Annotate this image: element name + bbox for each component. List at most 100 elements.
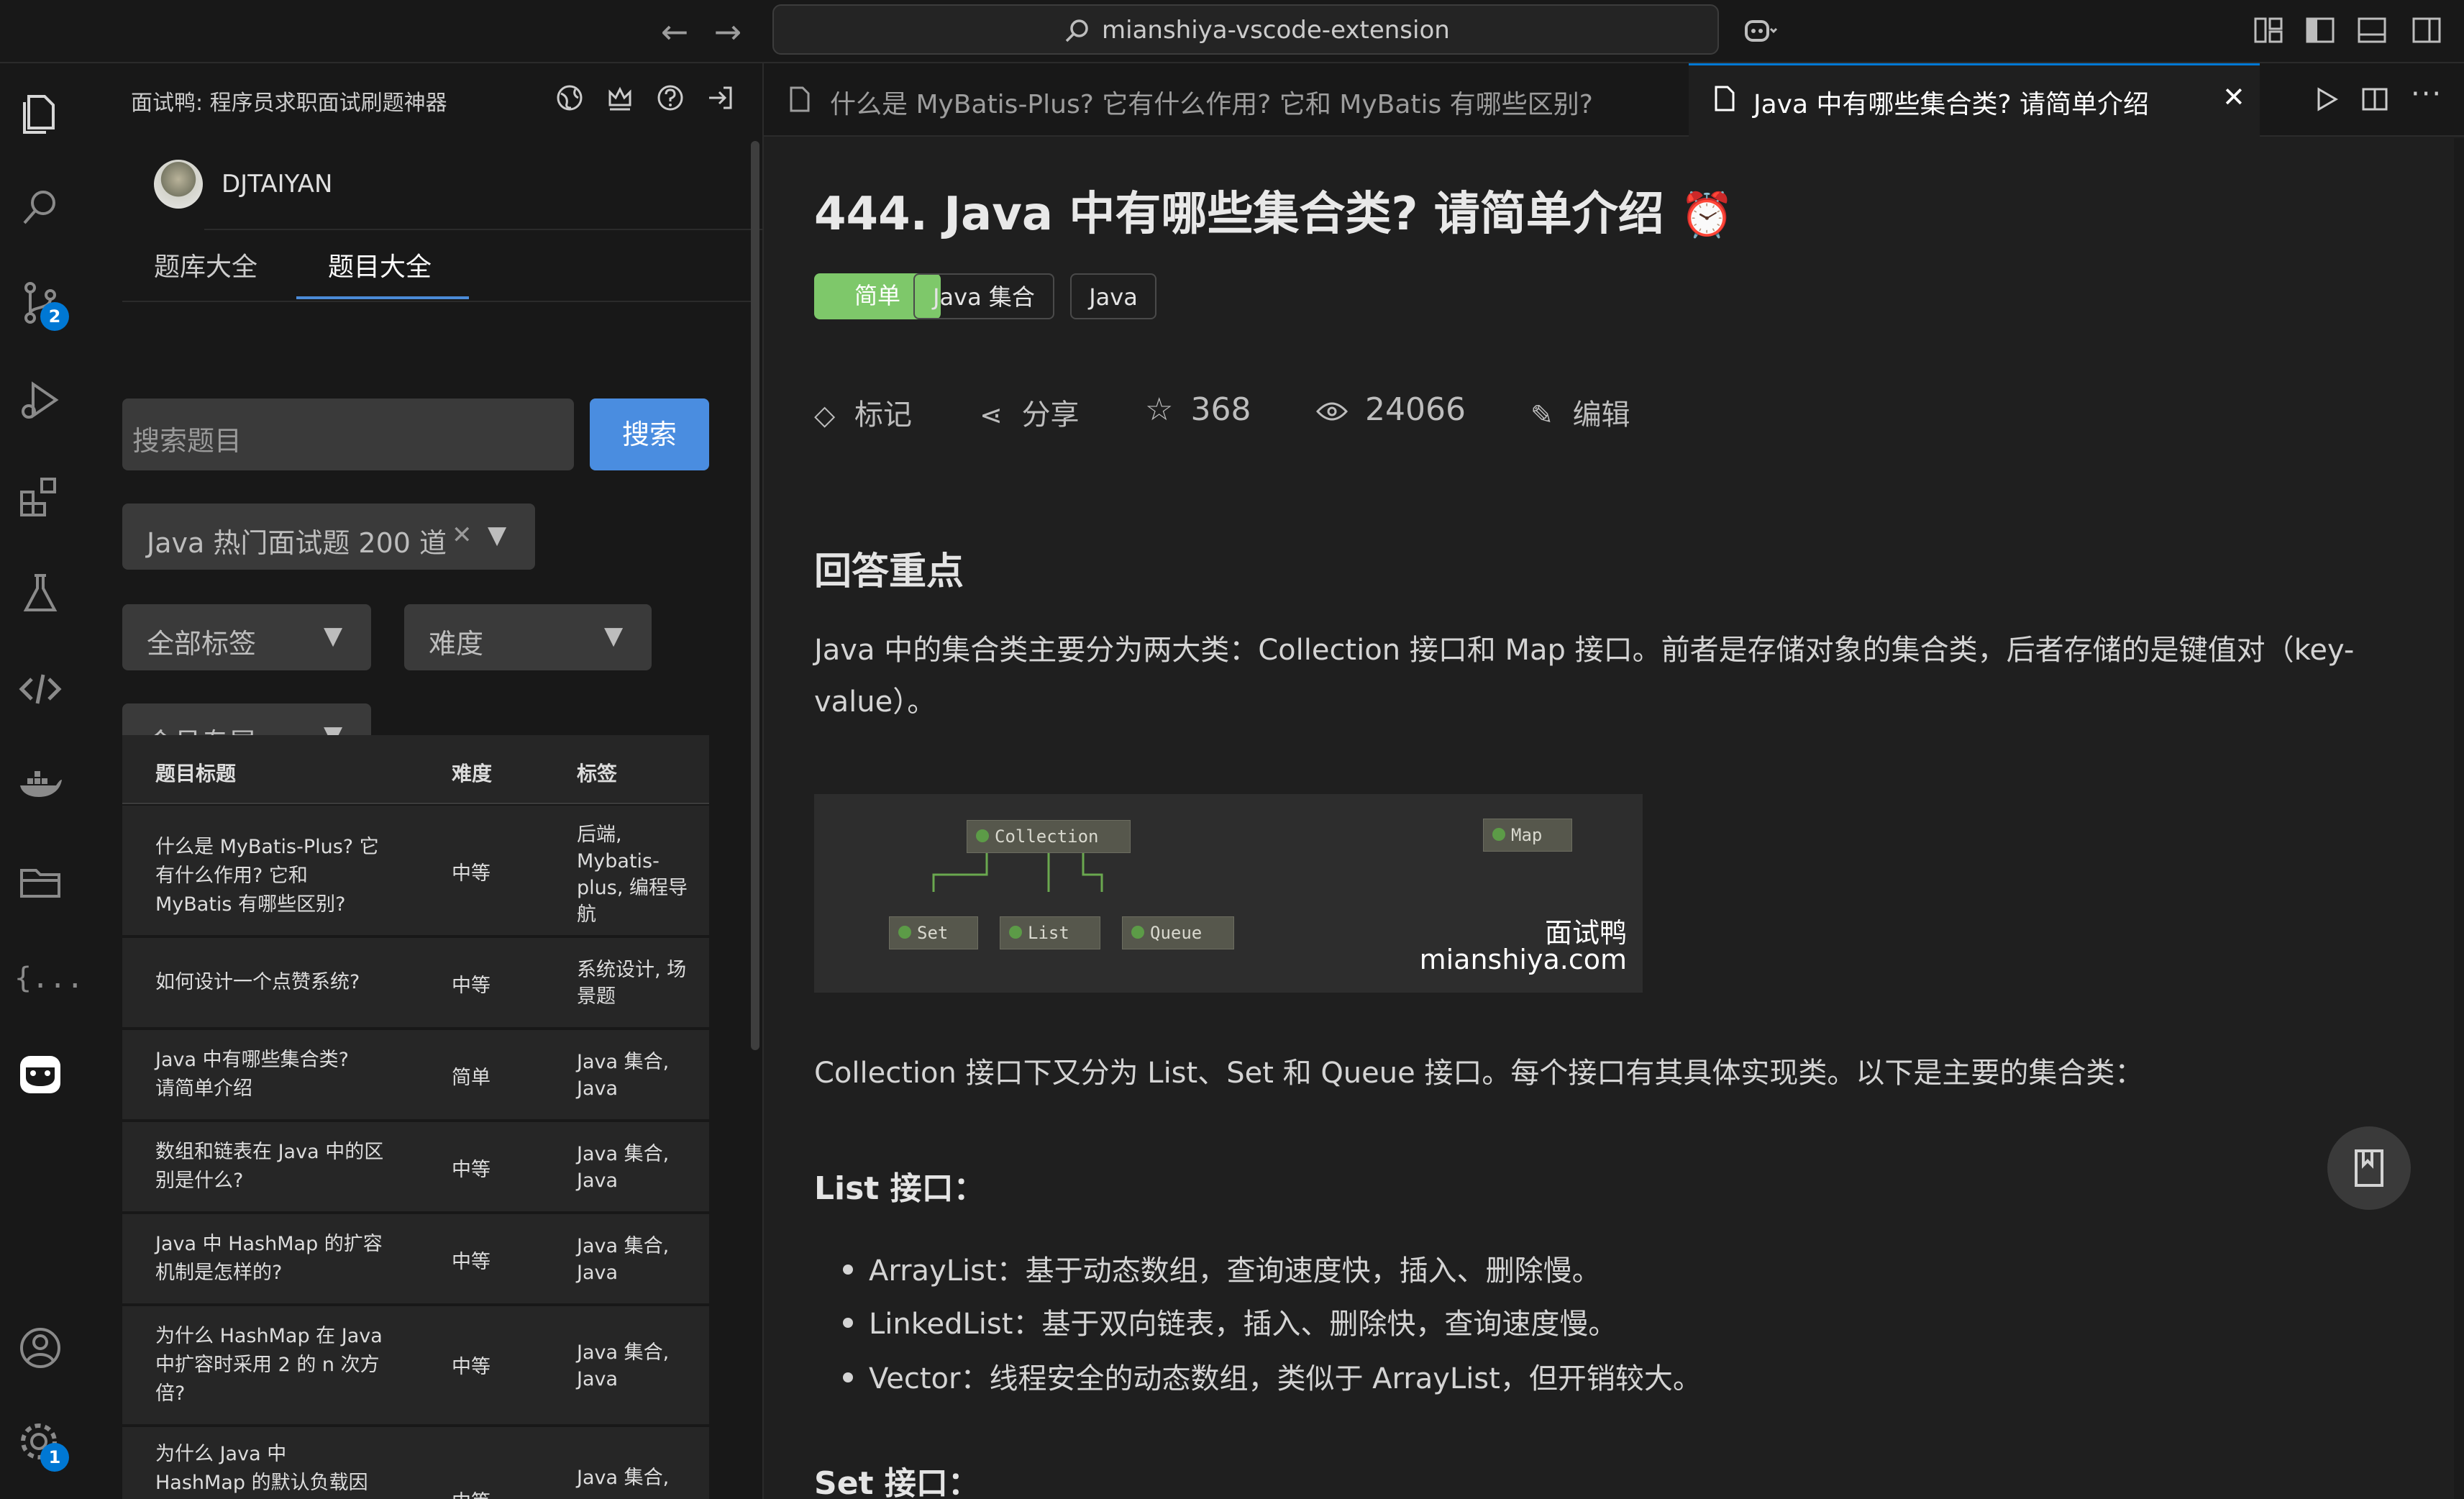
- chevron-down-icon: ▼: [324, 621, 343, 650]
- editor-scrollbar[interactable]: [2454, 138, 2464, 1499]
- difficulty-filter-label: 难度: [429, 628, 484, 660]
- account-icon[interactable]: [14, 1322, 66, 1374]
- activity-bar: 2 {...} 1: [0, 63, 101, 1499]
- row-title: Java 中有哪些集合类? 请简单介绍: [155, 1049, 349, 1100]
- customize-layout-icon[interactable]: [2250, 12, 2287, 49]
- search-icon: [1065, 19, 1088, 42]
- collection-paragraph: Collection 接口下又分为 List、Set 和 Queue 接口。每个…: [814, 1057, 2144, 1090]
- tab-question-banks[interactable]: 题库大全: [154, 246, 257, 283]
- more-icon[interactable]: ···: [2411, 78, 2442, 111]
- tag-filter-select[interactable]: 全部标签 ▼: [122, 604, 371, 670]
- run-icon[interactable]: [2310, 83, 2342, 115]
- toggle-panel-icon[interactable]: [2353, 12, 2391, 49]
- row-title: 如何设计一个点赞系统?: [155, 971, 360, 993]
- set-heading: Set 接口：: [814, 1465, 980, 1499]
- source-control-badge: 2: [40, 302, 69, 331]
- alarm-clock-icon: ⏰: [1680, 190, 1734, 240]
- column-header-title: 题目标题: [155, 762, 237, 785]
- chevron-down-icon: ▼: [488, 521, 507, 550]
- run-debug-icon[interactable]: [14, 374, 66, 426]
- table-row[interactable]: 什么是 MyBatis-Plus? 它有什么作用? 它和 MyBatis 有哪些…: [122, 806, 709, 935]
- arrow-left-icon[interactable]: ←: [653, 10, 696, 53]
- explorer-icon[interactable]: [14, 86, 66, 138]
- column-header-difficulty: 难度: [452, 762, 493, 785]
- globe-icon[interactable]: [554, 82, 585, 114]
- row-difficulty: 中等: [452, 975, 490, 997]
- row-tags: Java 集合, Java: [577, 1235, 670, 1284]
- list-item: ArrayList：基于动态数组，查询速度快，插入、删除慢。: [843, 1247, 1601, 1289]
- row-difficulty: 中等: [452, 1159, 490, 1181]
- bank-filter-select[interactable]: Java 热门面试题 200 道 ✕ ▼: [122, 504, 535, 570]
- clear-icon[interactable]: ✕: [452, 521, 473, 550]
- diagram-node-collection: Collection: [967, 820, 1131, 853]
- table-row[interactable]: Java 中有哪些集合类? 请简单介绍 简单 Java 集合, Java: [122, 1030, 709, 1119]
- active-tab-indicator: [296, 296, 469, 299]
- help-icon[interactable]: [654, 82, 686, 114]
- mianshiya-icon[interactable]: [14, 1049, 66, 1101]
- table-row[interactable]: 为什么 HashMap 在 Java 中扩容时采用 2 的 n 次方倍? 中等 …: [122, 1306, 709, 1424]
- bookmark-float-button[interactable]: [2327, 1126, 2411, 1210]
- mark-button[interactable]: ◇ 标记: [814, 391, 912, 433]
- file-icon: [1715, 86, 1735, 111]
- difficulty-filter-select[interactable]: 难度 ▼: [404, 604, 652, 670]
- diagram-node-set: Set: [889, 916, 978, 949]
- star-button[interactable]: ☆ 368: [1145, 391, 1251, 428]
- testing-icon[interactable]: [14, 567, 66, 619]
- divider: [204, 229, 791, 230]
- close-icon[interactable]: ✕: [2222, 81, 2245, 113]
- tab-java-collections[interactable]: Java 中有哪些集合类? 请简单介绍 ✕: [1689, 63, 2260, 137]
- table-header: 题目标题 难度 标签: [122, 735, 709, 804]
- list-heading: List 接口：: [814, 1170, 985, 1207]
- tag-java-collections: Java 集合: [913, 273, 1054, 319]
- row-title: 什么是 MyBatis-Plus? 它有什么作用? 它和 MyBatis 有哪些…: [155, 836, 379, 916]
- row-difficulty: 中等: [452, 862, 490, 885]
- crown-icon[interactable]: [604, 82, 636, 114]
- row-tags: Java 集合, Java: [577, 1143, 670, 1192]
- table-row[interactable]: 为什么 Java 中 HashMap 的默认负载因子 中等 Java 集合,: [122, 1427, 709, 1499]
- json-icon[interactable]: {...}: [14, 952, 101, 1004]
- tag-filter-label: 全部标签: [147, 628, 257, 660]
- row-tags: 系统设计, 场景题: [577, 959, 687, 1008]
- row-title: 为什么 Java 中 HashMap 的默认负载因子: [155, 1443, 368, 1494]
- tab-mybatis-plus[interactable]: 什么是 MyBatis-Plus? 它有什么作用? 它和 MyBatis 有哪些…: [764, 63, 1689, 137]
- row-difficulty: 简单: [452, 1067, 490, 1089]
- eye-icon: [1315, 402, 1349, 421]
- tab-questions[interactable]: 题目大全: [328, 246, 432, 283]
- search-input[interactable]: 搜索题目: [122, 398, 574, 470]
- star-icon: ☆: [1145, 391, 1174, 428]
- avatar: [154, 160, 203, 209]
- docker-icon[interactable]: [14, 760, 66, 811]
- arrow-right-icon[interactable]: →: [706, 10, 749, 53]
- table-row[interactable]: 如何设计一个点赞系统? 中等 系统设计, 场景题: [122, 938, 709, 1027]
- row-tags: Java 集合, Java: [577, 1051, 670, 1100]
- question-content: 444. Java 中有哪些集合类? 请简单介绍 ⏰ 简单 Java 集合 Ja…: [764, 138, 2464, 1499]
- command-center[interactable]: mianshiya-vscode-extension: [772, 4, 1719, 55]
- file-icon: [790, 86, 810, 112]
- folder-icon[interactable]: [14, 856, 66, 908]
- toggle-secondary-sidebar-icon[interactable]: [2408, 12, 2445, 49]
- row-difficulty: 中等: [452, 1251, 490, 1273]
- row-tags: 后端, Mybatis-plus, 编程导航: [577, 824, 688, 926]
- toggle-primary-sidebar-icon[interactable]: [2301, 12, 2339, 49]
- remote-icon[interactable]: [14, 663, 66, 715]
- collection-diagram: Collection Map Set List Queue 面试鸭 miansh…: [814, 794, 1643, 993]
- share-button[interactable]: ⋖ 分享: [980, 391, 1080, 433]
- extensions-icon[interactable]: [14, 470, 66, 522]
- bookmark-icon: [2355, 1149, 2383, 1187]
- edit-button[interactable]: ✎ 编辑: [1530, 391, 1630, 433]
- table-row[interactable]: Java 中 HashMap 的扩容机制是怎样的? 中等 Java 集合, Ja…: [122, 1214, 709, 1303]
- source-control-icon[interactable]: 2: [14, 276, 69, 331]
- copilot-icon[interactable]: [1740, 12, 1778, 49]
- login-icon[interactable]: [705, 82, 736, 114]
- search-button[interactable]: 搜索: [590, 398, 709, 470]
- row-tags: Java 集合, Java: [577, 1341, 670, 1390]
- settings-icon[interactable]: 1: [14, 1417, 69, 1472]
- search-icon[interactable]: [14, 181, 66, 233]
- tag-java: Java: [1070, 273, 1156, 319]
- title-bar: ← → mianshiya-vscode-extension: [0, 0, 2464, 63]
- table-row[interactable]: 数组和链表在 Java 中的区别是什么? 中等 Java 集合, Java: [122, 1122, 709, 1211]
- split-editor-icon[interactable]: [2359, 83, 2391, 115]
- sidebar-scrollbar[interactable]: [751, 141, 759, 1050]
- column-header-tags: 标签: [577, 762, 618, 785]
- diagram-node-map: Map: [1483, 819, 1572, 852]
